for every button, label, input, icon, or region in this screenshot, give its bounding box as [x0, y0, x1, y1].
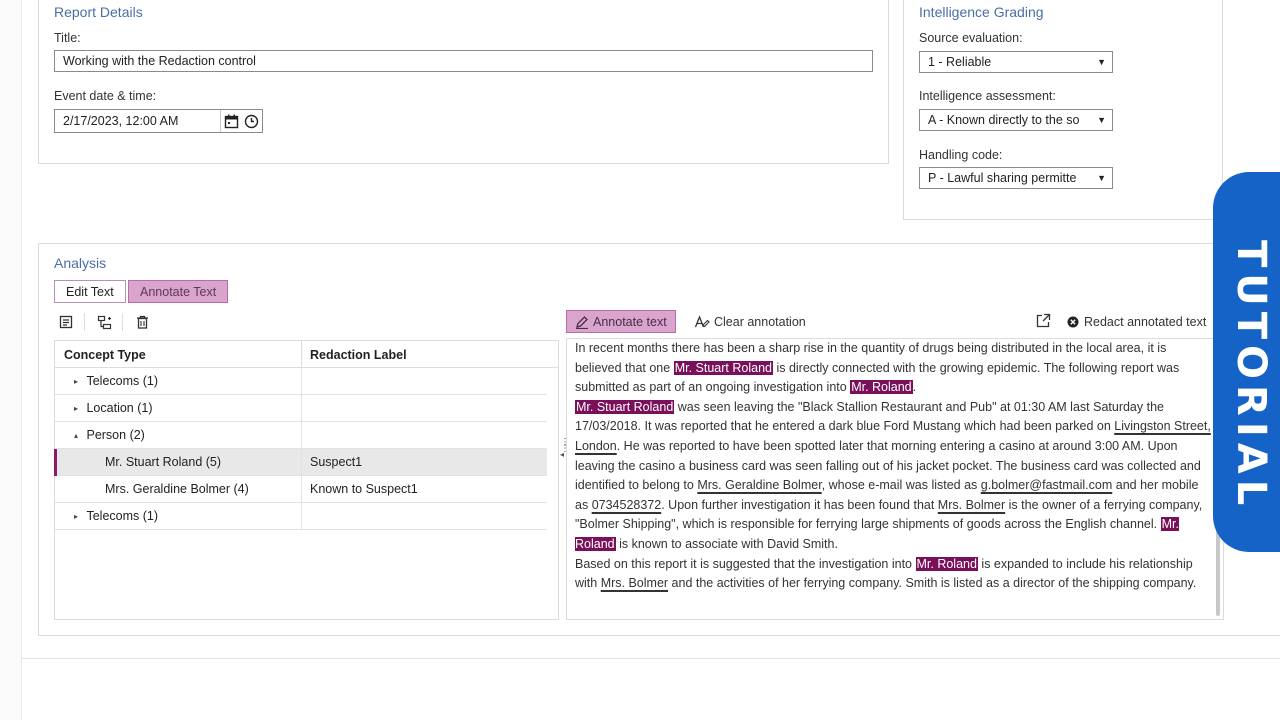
table-row[interactable]: ▸ Telecoms (1) [55, 368, 547, 395]
redaction-highlight[interactable]: Mr. Roland [850, 380, 913, 395]
table-row[interactable]: Mr. Stuart Roland (5) Suspect1 [54, 449, 547, 476]
report-body-text: In recent months there has been a sharp … [575, 339, 1215, 594]
redact-annotated-button[interactable]: Redact annotated text [1067, 310, 1206, 333]
calendar-icon[interactable] [220, 110, 241, 132]
table-header: Concept Type Redaction Label [55, 341, 558, 368]
redaction-label-cell [302, 368, 310, 394]
tree-rows: ▸ Telecoms (1) ▸ Location (1) ▴ Person (2)… [54, 368, 558, 530]
page-edge [0, 0, 22, 720]
concept-label: Mr. Stuart Roland (5) [105, 455, 222, 469]
expand-icon[interactable]: ▸ [69, 404, 83, 413]
tutorial-banner-text: TUTORIAL [1228, 240, 1274, 512]
source-evaluation-label: Source evaluation: [919, 31, 1023, 45]
clear-annotation-label: Clear annotation [714, 314, 806, 329]
handling-code-select[interactable]: P - Lawful sharing permitte ▼ [919, 167, 1113, 189]
report-details-panel [38, 0, 889, 164]
entity-underline[interactable]: 0734528372 [592, 498, 662, 512]
caret-down-icon: ▼ [1097, 173, 1106, 183]
expand-icon[interactable]: ▸ [69, 377, 83, 386]
redaction-highlight[interactable]: Mr. Roland [915, 556, 978, 571]
bottom-divider [22, 658, 1280, 659]
close-circle-icon [1067, 316, 1079, 327]
text-segment: . Upon further investigation it has been… [661, 497, 938, 512]
redaction-label-cell [302, 503, 310, 529]
event-date-value[interactable]: 2/17/2023, 12:00 AM [55, 114, 220, 128]
event-date-label: Event date & time: [54, 89, 157, 103]
text-segment: , whose e-mail was listed as [821, 478, 981, 493]
table-row[interactable]: Mrs. Geraldine Bolmer (4) Known to Suspec… [55, 476, 547, 503]
trash-icon[interactable] [133, 313, 151, 331]
caret-down-icon: ▼ [1097, 57, 1106, 67]
text-segment: . [912, 380, 917, 395]
caret-down-icon: ▼ [1097, 115, 1106, 125]
export-icon[interactable] [1035, 313, 1051, 332]
table-row[interactable]: ▴ Person (2) [55, 422, 547, 449]
clock-icon[interactable] [241, 110, 262, 132]
source-evaluation-value: 1 - Reliable [928, 55, 992, 69]
report-details-heading: Report Details [54, 4, 143, 20]
redaction-highlight[interactable]: Mr. Stuart Roland [673, 360, 773, 375]
concept-label: Telecoms (1) [86, 509, 159, 523]
concept-cell: ▸ Telecoms (1) [55, 368, 302, 394]
handling-code-value: P - Lawful sharing permitte [928, 171, 1077, 185]
collapse-icon[interactable]: ▴ [69, 431, 83, 440]
table-row[interactable]: ▸ Telecoms (1) [55, 503, 547, 530]
annotate-text-button[interactable]: Annotate text [566, 310, 676, 333]
table-row[interactable]: ▸ Location (1) [55, 395, 547, 422]
redaction-label-cell [302, 422, 310, 448]
analysis-heading: Analysis [54, 255, 107, 271]
concept-label: Mrs. Geraldine Bolmer (4) [105, 482, 249, 496]
annotated-text-area[interactable]: In recent months there has been a sharp … [566, 338, 1224, 620]
title-label: Title: [54, 31, 81, 45]
handling-code-label: Handling code: [919, 148, 1003, 162]
concept-cell: ▸ Location (1) [55, 395, 302, 421]
redact-annotated-label: Redact annotated text [1084, 314, 1207, 329]
intelligence-assessment-label: Intelligence assessment: [919, 89, 1056, 103]
toolbar-divider [122, 313, 123, 331]
concept-tree-table: Concept Type Redaction Label ▸ Telecoms … [54, 340, 559, 620]
toolbar-divider [84, 313, 85, 331]
concept-label: Location (1) [86, 401, 153, 415]
text-segment: is known to associate with David Smith. [615, 536, 838, 551]
intelligence-assessment-value: A - Known directly to the so [928, 113, 1080, 127]
concept-cell: Mrs. Geraldine Bolmer (4) [55, 476, 302, 502]
entity-underline[interactable]: Mrs. Bolmer [601, 576, 668, 590]
redaction-label-cell [302, 395, 310, 421]
redaction-highlight[interactable]: Mr. Stuart Roland [575, 399, 675, 414]
tab-annotate-text[interactable]: Annotate Text [128, 280, 229, 303]
entity-underline[interactable]: g.bolmer@fastmail.com [981, 478, 1112, 492]
intelligence-grading-heading: Intelligence Grading [919, 4, 1044, 20]
redaction-label-cell: Known to Suspect1 [310, 482, 418, 496]
redaction-label-header[interactable]: Redaction Label [302, 341, 415, 367]
concept-label: Person (2) [86, 428, 145, 442]
text-segment: and the activities of her ferrying compa… [668, 576, 1197, 591]
entity-underline[interactable]: Mrs. Geraldine Bolmer [697, 478, 821, 492]
intelligence-assessment-select[interactable]: A - Known directly to the so ▼ [919, 109, 1113, 131]
pencil-icon [576, 315, 588, 329]
concept-label: Telecoms (1) [86, 374, 159, 388]
clear-format-icon [694, 314, 710, 327]
concept-cell: ▴ Person (2) [55, 422, 302, 448]
entity-underline[interactable]: Mrs. Bolmer [938, 498, 1005, 512]
concept-cell: Mr. Stuart Roland (5) [55, 449, 302, 475]
clear-annotation-button[interactable]: Clear annotation [694, 310, 806, 333]
expand-icon[interactable]: ▸ [69, 512, 83, 521]
annotate-text-label: Annotate text [593, 314, 667, 329]
tab-edit-text[interactable]: Edit Text [54, 280, 126, 303]
add-child-icon[interactable] [95, 313, 113, 331]
details-icon[interactable] [57, 313, 75, 331]
concept-cell: ▸ Telecoms (1) [55, 503, 302, 529]
title-input[interactable]: Working with the Redaction control [54, 50, 873, 72]
concept-type-header[interactable]: Concept Type [55, 341, 302, 367]
redaction-label-cell: Suspect1 [310, 455, 363, 469]
source-evaluation-select[interactable]: 1 - Reliable ▼ [919, 51, 1113, 73]
text-segment: Based on this report it is suggested tha… [575, 556, 916, 571]
event-date-input[interactable]: 2/17/2023, 12:00 AM [54, 109, 263, 133]
